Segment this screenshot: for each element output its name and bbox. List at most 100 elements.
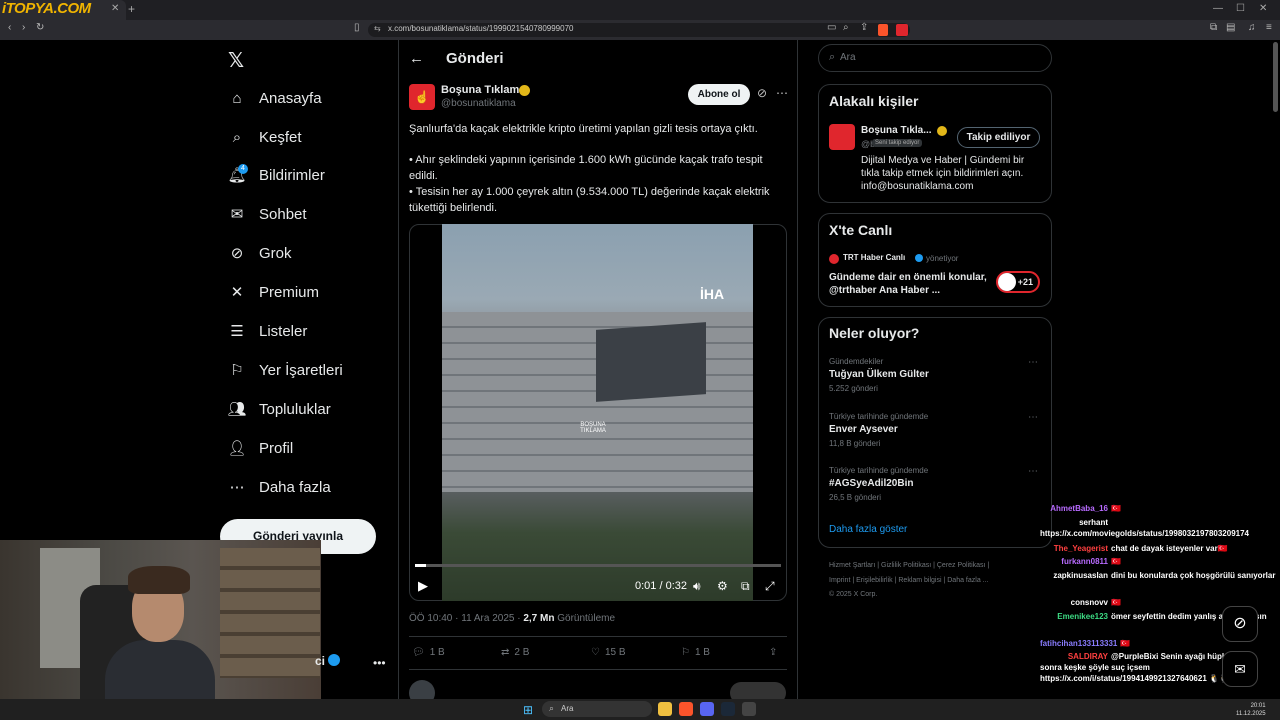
fullscreen-icon[interactable]: ⤢ [765,579,775,594]
nav-premium[interactable]: ✕ Premium [228,277,319,307]
reload-icon[interactable]: ↻ [36,22,44,33]
live-description[interactable]: Gündeme dair en önemli konular, @trthabe… [829,271,989,297]
trend-count: 5.252 gönderi [829,384,878,393]
settings-gear-icon[interactable]: ⚙ [717,579,728,593]
nav-communities[interactable]: 👥︎ Topluluklar [227,394,330,424]
chat-text: https://x.com/moviegolds/status/19980321… [1040,529,1249,538]
media-icon[interactable]: ♫ [1248,22,1256,33]
steam-icon[interactable] [721,702,735,716]
account-more-icon[interactable]: ••• [373,656,386,670]
file-explorer-icon[interactable] [658,702,672,716]
page-title: Gönderi [446,50,504,67]
menu-icon[interactable]: ≡ [1266,22,1272,33]
back-arrow-icon[interactable]: ← [409,50,424,67]
nav-explore[interactable]: ⌕ Keşfet [228,122,302,152]
footer-links[interactable]: Imprint | Erişilebilirlik | Reklam bilgi… [829,577,989,584]
obs-icon[interactable] [742,702,756,716]
x-logo-icon[interactable]: 𝕏 [228,48,244,72]
nav-grok[interactable]: ⊘ Grok [228,238,292,268]
share-icon[interactable]: ⇪ [860,22,868,33]
share-button[interactable]: ⇪ [769,647,777,658]
chat-username: The_Yeagerist [1053,544,1108,553]
minimize-icon[interactable]: — [1213,3,1223,14]
pip-icon[interactable]: ⧉ [741,579,750,594]
back-icon[interactable]: ‹ [8,22,11,33]
scrollbar[interactable] [1273,42,1278,112]
nav-lists[interactable]: ☰ Listeler [228,316,307,346]
trend-count: 11,8 B gönderi [829,439,881,448]
nav-profile[interactable]: 👤︎ Profil [227,433,294,463]
following-button[interactable]: Takip ediliyor [957,127,1040,148]
live-host-name[interactable]: TRT Haber Canlı [843,253,905,262]
discord-icon[interactable] [700,702,714,716]
site-info-icon[interactable]: ⇆ [374,24,381,33]
post-text-line: Şanlıurfa'da kaçak elektrikle kripto üre… [409,123,758,135]
forward-icon[interactable]: › [22,22,25,33]
bookmark-icon: ⚐ [681,647,690,658]
messages-fab-icon[interactable]: ✉ [1222,651,1258,687]
repost-button[interactable]: ⇄ 2 B [501,647,529,658]
url-text[interactable]: x.com/bosunatiklama/status/1999021540780… [388,24,573,33]
new-tab-icon[interactable]: + [128,2,135,16]
brave-icon[interactable] [679,702,693,716]
trend-name[interactable]: Enver Aysever [829,424,898,435]
video-progress-bar[interactable] [415,564,781,567]
trend-meta: Türkiye tarihinde gündemde [829,412,929,421]
related-avatar[interactable] [829,124,855,150]
live-count: +21 [1017,277,1033,287]
grok-explain-icon[interactable]: ⊘ [757,86,767,100]
related-title: Alakalı kişiler [829,93,919,109]
related-name[interactable]: Boşuna Tıkla... [861,125,932,136]
cast-icon[interactable]: ▭ [827,22,836,33]
more-circle-icon: ⋯ [229,479,245,496]
sidebar-toggle-icon[interactable]: ▤ [1226,22,1235,33]
nav-home[interactable]: ⌂ Anasayfa [228,83,322,113]
show-more-link[interactable]: Daha fazla göster [829,524,907,535]
trend-more-icon[interactable]: ⋯ [1028,412,1038,423]
author-name[interactable]: Boşuna Tıklama [441,84,525,96]
maximize-icon[interactable]: ☐ [1236,3,1245,14]
verified-icon [328,654,340,666]
taskbar-search[interactable] [542,701,652,717]
reply-button[interactable]: 💬︎ 1 B [412,647,445,658]
heart-icon: ♡ [591,647,600,658]
subscribe-button[interactable]: Abone ol [688,84,750,105]
chat-message: AhmetBaba_16 🇹🇷 [1040,503,1276,514]
nav-chat[interactable]: ✉ Sohbet [228,199,307,229]
chat-text: 🇹🇷 [1111,504,1121,513]
nav-bookmarks[interactable]: ⚐ Yer İşaretleri [228,355,342,385]
trend-more-icon[interactable]: ⋯ [1028,466,1038,477]
author-handle[interactable]: @bosunatiklama [441,98,516,109]
author-avatar[interactable]: ☝ [409,84,435,110]
post-more-icon[interactable]: ⋯ [776,86,788,100]
bookmark-count: 1 B [694,647,710,658]
play-icon[interactable]: ▶ [418,578,428,594]
brave-shield-icon[interactable] [878,24,888,36]
trend-name[interactable]: Tuğyan Ülkem Gülter [829,369,929,380]
like-button[interactable]: ♡ 15 B [591,647,626,658]
extensions-icon[interactable]: ⧉ [1210,22,1217,33]
nav-label: Profil [259,439,294,457]
logo-overlay: iTOPYA.COM [2,0,91,17]
volume-icon[interactable]: 🔊︎ [693,579,701,594]
windows-start-icon[interactable]: ⊞ [523,703,533,717]
zoom-icon[interactable]: ⌕ [843,22,849,33]
tab-close-icon[interactable]: ✕ [111,3,119,14]
trend-more-icon[interactable]: ⋯ [1028,357,1038,368]
grok-fab-icon[interactable]: ⊘ [1222,606,1258,642]
close-window-icon[interactable]: ✕ [1259,3,1267,14]
search-placeholder[interactable]: Ara [840,52,856,63]
trend-name[interactable]: #AGSyeAdil20Bin [829,478,913,489]
repost-count: 2 B [514,647,530,658]
taskbar-clock[interactable]: 20:01 11.12.2025 [1236,702,1266,718]
post-timestamp[interactable]: ÖÖ 10:40 · 11 Ara 2025 · [409,613,523,624]
like-count: 15 B [604,647,626,658]
account-name[interactable]: ci [315,654,325,668]
footer-links[interactable]: Hizmet Şartları | Gizlilik Politikası | … [829,562,989,569]
brave-rewards-icon[interactable] [896,24,908,36]
nav-label: Anasayfa [259,89,322,107]
bookmark-page-icon[interactable]: ▯ [354,22,360,33]
nav-more[interactable]: ⋯ Daha fazla [228,472,331,502]
bookmark-button[interactable]: ⚐ 1 B [681,647,710,658]
follows-you-tag: Seni takip ediyor [872,139,923,147]
